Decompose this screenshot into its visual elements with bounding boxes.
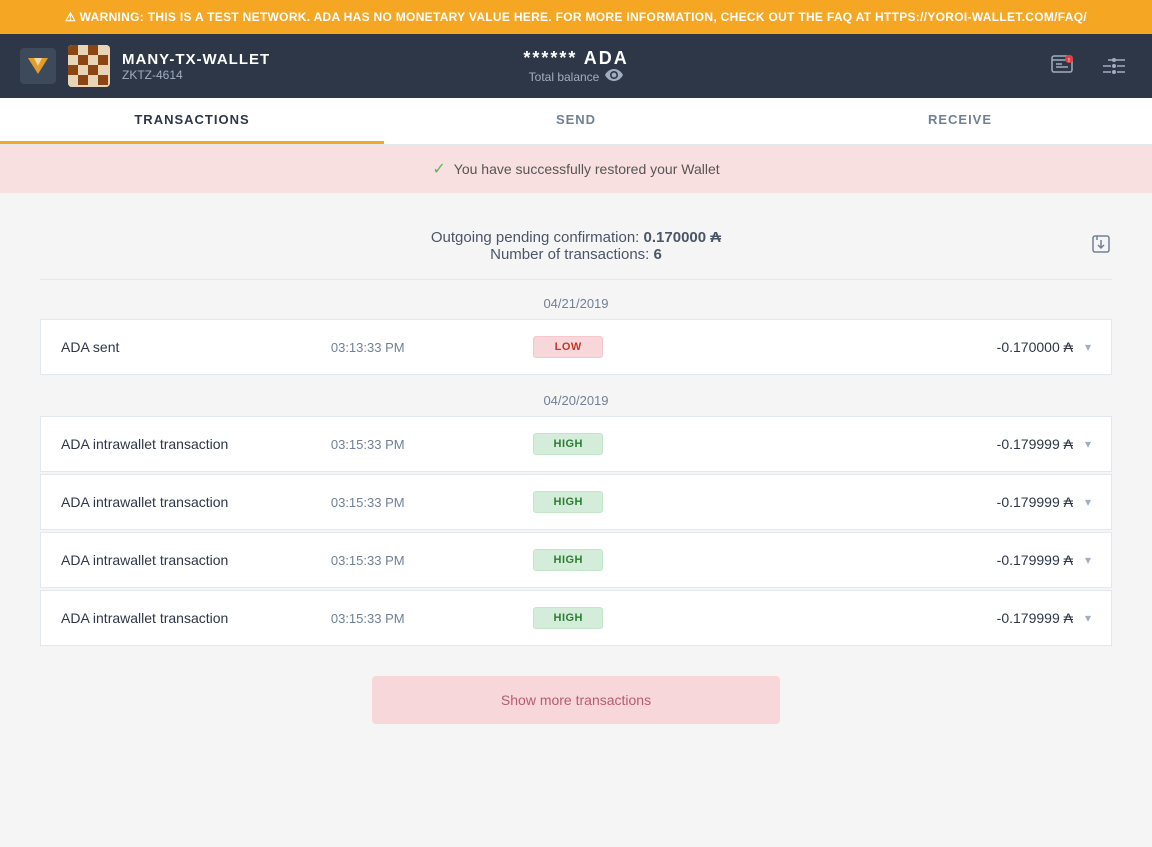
table-row: ADA intrawallet transaction 03:15:33 PM … xyxy=(40,474,1112,530)
tx-amount: -0.179999 ₳ xyxy=(803,552,1073,568)
status-badge: HIGH xyxy=(533,607,603,629)
status-badge: HIGH xyxy=(533,549,603,571)
toggle-balance-icon[interactable] xyxy=(605,69,623,84)
tx-badge: HIGH xyxy=(533,549,803,571)
status-badge: HIGH xyxy=(533,433,603,455)
tab-receive[interactable]: RECEIVE xyxy=(768,98,1152,144)
main-content: Outgoing pending confirmation: 0.170000 … xyxy=(0,193,1152,774)
pending-info: Outgoing pending confirmation: 0.170000 … xyxy=(40,213,1112,279)
header-left: MANY-TX-WALLET ZKTZ-4614 xyxy=(20,45,391,87)
tx-count: 6 xyxy=(654,246,662,263)
tx-amount: -0.170000 ₳ xyxy=(803,339,1073,355)
wallet-name: MANY-TX-WALLET xyxy=(122,51,270,68)
tx-time: 03:15:33 PM xyxy=(331,553,533,568)
pending-amount: 0.170000 ₳ xyxy=(644,229,722,246)
header-center: ****** ADA Total balance xyxy=(391,48,762,84)
expand-icon[interactable]: ▾ xyxy=(1085,340,1091,354)
wallet-id: ZKTZ-4614 xyxy=(122,68,270,82)
table-row: ADA intrawallet transaction 03:15:33 PM … xyxy=(40,590,1112,646)
header: MANY-TX-WALLET ZKTZ-4614 ****** ADA Tota… xyxy=(0,34,1152,98)
yoroi-logo-icon xyxy=(20,48,56,84)
warning-text: ⚠ WARNING: THIS IS A TEST NETWORK. ADA H… xyxy=(65,10,875,24)
tx-type: ADA sent xyxy=(61,339,331,355)
wallet-info: MANY-TX-WALLET ZKTZ-4614 xyxy=(122,51,270,82)
tx-type: ADA intrawallet transaction xyxy=(61,552,331,568)
tx-count-label: Number of transactions: xyxy=(490,246,649,263)
tx-badge: LOW xyxy=(533,336,803,358)
export-button[interactable] xyxy=(1090,233,1112,259)
tx-badge: HIGH xyxy=(533,491,803,513)
pending-label: Outgoing pending confirmation: xyxy=(431,229,639,246)
success-message: You have successfully restored your Wall… xyxy=(454,161,720,177)
success-banner: ✓ You have successfully restored your Wa… xyxy=(0,145,1152,193)
expand-icon[interactable]: ▾ xyxy=(1085,553,1091,567)
tx-badge: HIGH xyxy=(533,433,803,455)
notifications-icon[interactable]: ! xyxy=(1044,48,1080,84)
tx-time: 03:15:33 PM xyxy=(331,437,533,452)
status-badge: HIGH xyxy=(533,491,603,513)
tx-time: 03:13:33 PM xyxy=(331,340,533,355)
expand-icon[interactable]: ▾ xyxy=(1085,437,1091,451)
tx-time: 03:15:33 PM xyxy=(331,495,533,510)
tx-type: ADA intrawallet transaction xyxy=(61,494,331,510)
balance-amount: ****** ADA xyxy=(391,48,762,69)
table-row: ADA intrawallet transaction 03:15:33 PM … xyxy=(40,532,1112,588)
tx-amount: -0.179999 ₳ xyxy=(803,610,1073,626)
tab-transactions[interactable]: TRANSACTIONS xyxy=(0,98,384,144)
settings-icon[interactable] xyxy=(1096,48,1132,84)
expand-icon[interactable]: ▾ xyxy=(1085,495,1091,509)
check-icon: ✓ xyxy=(432,159,445,179)
tx-badge: HIGH xyxy=(533,607,803,629)
date-separator-1: 04/21/2019 xyxy=(40,280,1112,319)
tx-type: ADA intrawallet transaction xyxy=(61,610,331,626)
show-more-button[interactable]: Show more transactions xyxy=(372,676,780,724)
table-row: ADA sent 03:13:33 PM LOW -0.170000 ₳ ▾ xyxy=(40,319,1112,375)
tx-amount: -0.179999 ₳ xyxy=(803,494,1073,510)
tab-send[interactable]: SEND xyxy=(384,98,768,144)
date-separator-2: 04/20/2019 xyxy=(40,377,1112,416)
expand-icon[interactable]: ▾ xyxy=(1085,611,1091,625)
warning-link[interactable]: HTTPS://YOROI-WALLET.COM/FAQ/ xyxy=(875,10,1087,24)
wallet-avatar xyxy=(68,45,110,87)
status-badge: LOW xyxy=(533,336,603,358)
tx-time: 03:15:33 PM xyxy=(331,611,533,626)
tx-type: ADA intrawallet transaction xyxy=(61,436,331,452)
tab-bar: TRANSACTIONS SEND RECEIVE xyxy=(0,98,1152,145)
warning-bar: ⚠ WARNING: THIS IS A TEST NETWORK. ADA H… xyxy=(0,0,1152,34)
balance-label: Total balance xyxy=(391,69,762,84)
header-right: ! xyxy=(761,48,1132,84)
table-row: ADA intrawallet transaction 03:15:33 PM … xyxy=(40,416,1112,472)
tx-amount: -0.179999 ₳ xyxy=(803,436,1073,452)
